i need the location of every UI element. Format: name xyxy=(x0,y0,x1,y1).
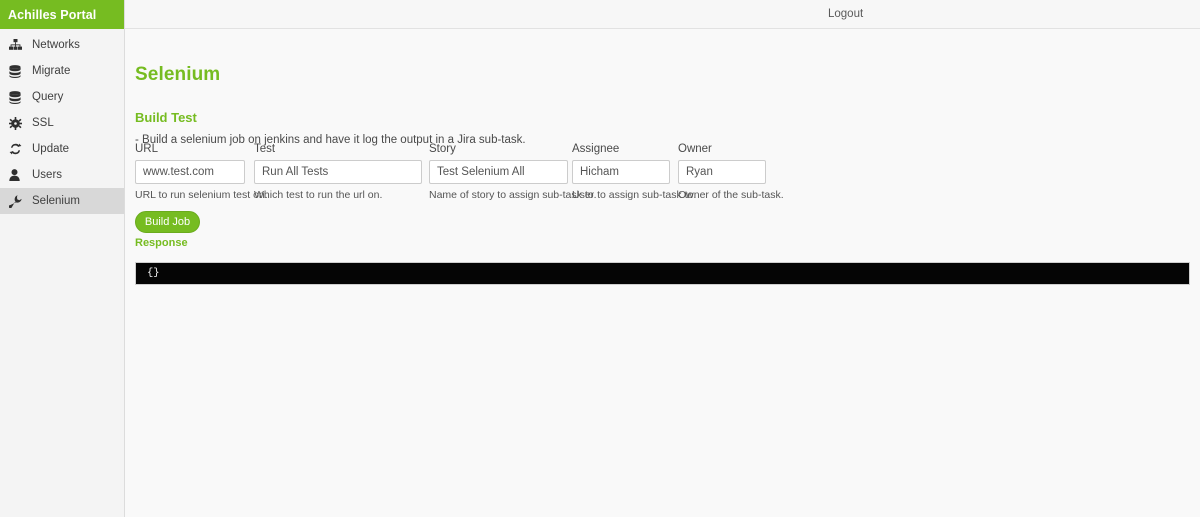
sidebar-item-networks[interactable]: Networks xyxy=(0,32,124,58)
url-field-label: URL xyxy=(135,143,159,155)
owner-field-help: Owner of the sub-task. xyxy=(678,189,784,201)
test-field-group: Test Which test to run the url on. xyxy=(254,143,422,201)
database-icon xyxy=(9,90,26,104)
sidebar-item-selenium[interactable]: Selenium xyxy=(0,188,124,214)
response-label: Response xyxy=(135,237,188,249)
sidebar-item-label: Query xyxy=(32,91,64,103)
story-field-label: Story xyxy=(429,143,456,155)
sidebar-item-users[interactable]: Users xyxy=(0,162,124,188)
database-icon xyxy=(9,64,26,78)
sidebar-item-label: SSL xyxy=(32,117,54,129)
owner-input[interactable] xyxy=(678,160,766,184)
sidebar-item-label: Migrate xyxy=(32,65,71,77)
sidebar-item-update[interactable]: Update xyxy=(0,136,124,162)
wrench-icon xyxy=(9,194,26,208)
sidebar-item-label: Networks xyxy=(32,39,80,51)
test-field-label: Test xyxy=(254,143,276,155)
logout-link[interactable]: Logout xyxy=(828,8,863,20)
url-field-help: URL to run selenium test on. xyxy=(135,189,268,201)
sidebar-item-label: Users xyxy=(32,169,63,181)
assignee-field-group: Assignee User to assign sub-task to. xyxy=(572,143,697,201)
sitemap-icon xyxy=(9,38,26,52)
sidebar-item-ssl[interactable]: SSL xyxy=(0,110,124,136)
story-input[interactable] xyxy=(429,160,568,184)
test-input[interactable] xyxy=(254,160,422,184)
gear-icon xyxy=(9,116,26,130)
owner-field-group: Owner Owner of the sub-task. xyxy=(678,143,784,201)
story-field-group: Story Name of story to assign sub-task t… xyxy=(429,143,597,201)
assignee-field-label: Assignee xyxy=(572,143,620,155)
sidebar-item-migrate[interactable]: Migrate xyxy=(0,58,124,84)
sidebar-item-label: Update xyxy=(32,143,70,155)
sidebar-item-query[interactable]: Query xyxy=(0,84,124,110)
main-content: Selenium Build Test - Build a selenium j… xyxy=(126,30,1200,517)
application-window: Achilles Portal Networks Migrate Query S… xyxy=(0,0,1200,517)
assignee-field-help: User to assign sub-task to. xyxy=(572,189,697,201)
test-field-help: Which test to run the url on. xyxy=(254,189,383,201)
story-field-help: Name of story to assign sub-task to. xyxy=(429,189,597,201)
response-console-output: {} xyxy=(135,261,1190,285)
user-icon xyxy=(9,168,26,182)
brand-header[interactable]: Achilles Portal xyxy=(0,0,124,29)
section-title: Build Test xyxy=(135,109,197,125)
owner-field-label: Owner xyxy=(678,143,712,155)
sidebar-nav-list: Networks Migrate Query SSL Update Users … xyxy=(0,29,124,214)
top-header-bar: Logout xyxy=(125,0,1200,29)
page-title: Selenium xyxy=(135,63,221,85)
brand-title: Achilles Portal xyxy=(8,7,97,22)
url-field-group: URL URL to run selenium test on. xyxy=(135,143,268,201)
sidebar-item-label: Selenium xyxy=(32,195,80,207)
sidebar: Achilles Portal Networks Migrate Query S… xyxy=(0,0,125,517)
assignee-input[interactable] xyxy=(572,160,670,184)
build-job-button[interactable]: Build Job xyxy=(135,211,200,233)
url-input[interactable] xyxy=(135,160,245,184)
refresh-icon xyxy=(9,142,26,156)
